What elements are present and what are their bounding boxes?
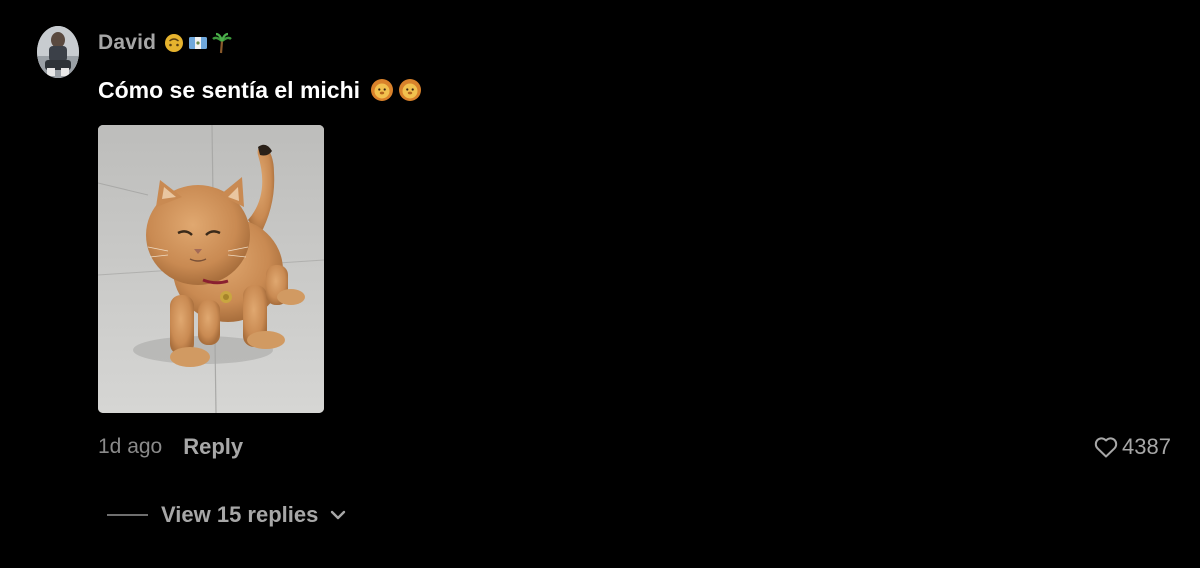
upside-down-face-icon xyxy=(164,33,184,53)
lion-face-icon xyxy=(370,78,394,102)
avatar[interactable] xyxy=(37,26,79,78)
comment-item: David Cómo se sentía el michi 1d ago Rep… xyxy=(0,0,1200,568)
comment-text: Cómo se sentía el michi xyxy=(98,76,361,103)
view-replies-button[interactable]: View 15 replies xyxy=(107,500,346,530)
like-button[interactable]: 4387 xyxy=(1094,432,1171,462)
view-replies-label: View 15 replies xyxy=(161,502,319,527)
username-flair xyxy=(164,32,233,54)
attached-image[interactable] xyxy=(98,125,324,413)
comment-meta: 1d ago Reply xyxy=(98,432,243,462)
heart-icon xyxy=(1094,436,1118,458)
reply-button[interactable]: Reply xyxy=(183,434,243,460)
lion-face-icon xyxy=(398,78,422,102)
timestamp: 1d ago xyxy=(98,435,163,458)
username[interactable]: David xyxy=(98,31,156,55)
palm-tree-icon xyxy=(212,32,233,54)
like-count: 4387 xyxy=(1122,434,1171,459)
flag-icon xyxy=(188,35,208,51)
divider-line xyxy=(107,514,148,516)
chevron-down-icon xyxy=(330,510,346,520)
username-row: David xyxy=(98,30,233,56)
comment-text-row: Cómo se sentía el michi xyxy=(98,74,422,106)
